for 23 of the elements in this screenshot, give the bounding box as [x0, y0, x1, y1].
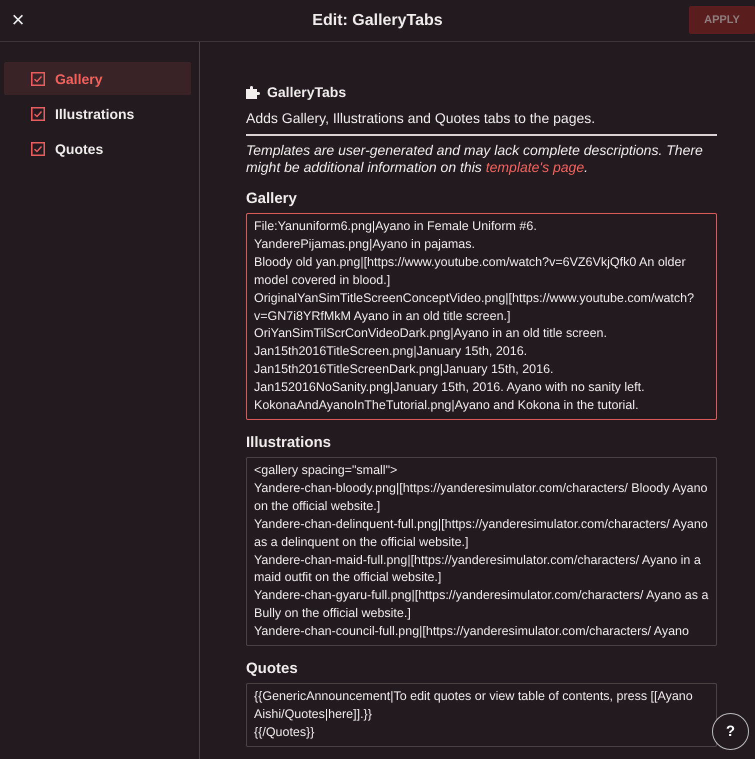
close-button[interactable]: × — [6, 8, 30, 32]
dialog-title: Edit: GalleryTabs — [312, 12, 443, 30]
field-label: Gallery — [246, 190, 298, 207]
field-label: Quotes — [246, 660, 299, 678]
sidebar-label: Illustrations — [55, 106, 134, 122]
checkbox[interactable] — [31, 142, 45, 156]
checkbox[interactable] — [31, 72, 45, 86]
template-name: GalleryTabs — [267, 84, 346, 100]
sidebar-item[interactable]: Gallery — [4, 62, 191, 95]
field-label: Illustrations — [246, 434, 332, 451]
text-area[interactable]: {{GenericAnnouncement|To edit quotes or view table of contents, press [[Ayano Aishi/Quotes|here]].}} {{/Quotes}} — [246, 683, 717, 747]
sidebar-label: Gallery — [55, 70, 102, 86]
template-description: Adds Gallery, Illustrations and Quotes tabs to the pages. — [246, 110, 596, 126]
text-area[interactable]: File:Yanuniform6.png|Ayano in Female Uniform #6. YanderePijamas.png|Ayano in pajamas. Bloody old yan.png|[https://www.youtube.com/watch?v=6VZ6VkjQfk0 An older model covered in blood.] OriginalYanSimTitleScreenConceptVideo.png|[https://www.youtube.com/watch?v=GN7i8YRfMkM Ayano in an old title screen.] OriYanSimTilScrConVideoDark.png|Ayano in an old title screen. Jan15th2016TitleScreen.png|January 15th, 2016. Jan15th2016TitleScreenDark.png|January 15th, 2016. Jan152016NoSanity.png|January 15th, 2016. Ayano with no sanity left. KokonaAndAyanoInTheTutorial.png|Ayano and Kokona in the tutorial. — [246, 213, 717, 420]
help-button[interactable]: ? — [712, 713, 749, 750]
template-notice: Templates are user-generated and may lack complete descriptions. There might be additional information on this template's page. — [246, 142, 704, 176]
sidebar-item[interactable]: Illustrations — [4, 97, 191, 130]
puzzle-piece-icon — [246, 86, 261, 98]
template-page-link[interactable]: template's page — [486, 159, 584, 175]
sidebar-label: Quotes — [55, 140, 104, 156]
text-area[interactable]: <gallery spacing="small"> Yandere-chan-bloody.png|[https://yanderesimulator.com/characters/ Bloody Ayano on the official website.] Yandere-chan-delinquent-full.png|[https://yanderesimulator.com/characters/ Ayano as a delinquent on the official website.] Yandere-chan-maid-full.png|[https://yanderesimulator.com/characters/ Ayano in a maid outfit on the official website.] Yandere-chan-gyaru-full.png|[https://yanderesimulator.com/characters/ Ayano as a Bully on the official website.] Yandere-chan-council-full.png|[https://yanderesimulator.com/characters/ Ayano — [246, 456, 717, 646]
sidebar-item[interactable]: Quotes — [4, 132, 191, 165]
checkbox[interactable] — [31, 106, 45, 120]
